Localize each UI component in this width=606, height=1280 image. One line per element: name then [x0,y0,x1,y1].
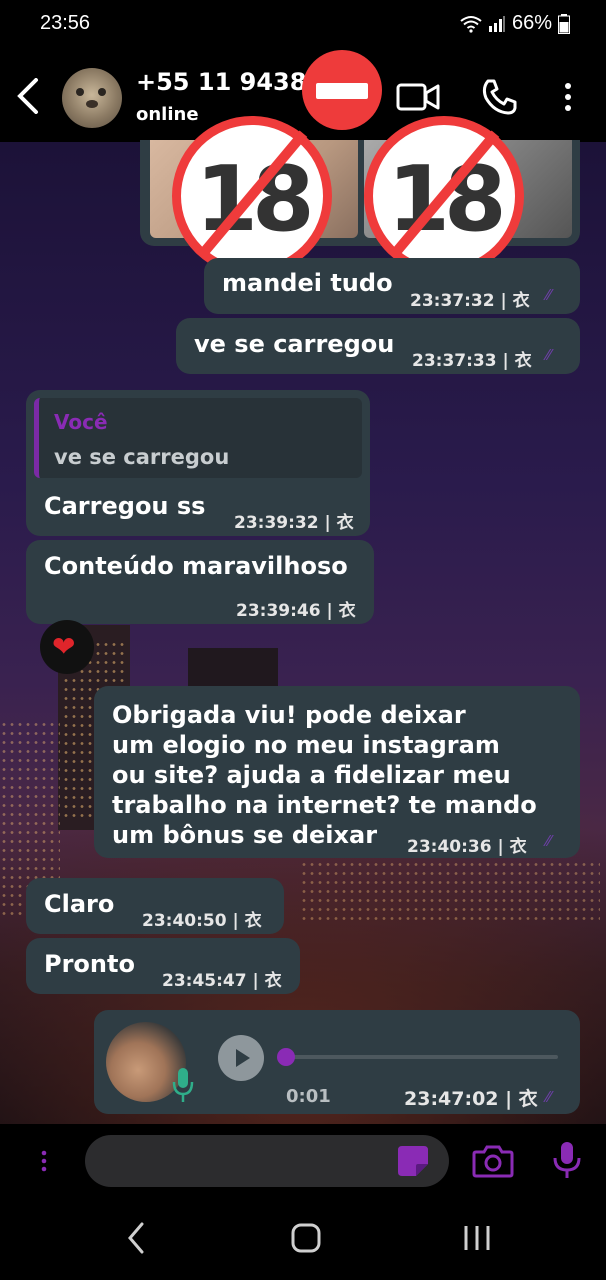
contact-status: online [136,104,199,125]
signal-icon [488,15,505,32]
camera-icon[interactable] [472,1144,514,1178]
heart-icon: ❤ [52,630,76,663]
adult-content-sticker: 18 [172,116,332,276]
voice-duration: 0:01 [286,1086,331,1107]
message-time: 23:40:36 | 衣 [407,837,527,857]
read-status-icon: ⁄⁄ [546,1088,552,1106]
message-text: Conteúdo maravilhoso [44,552,348,580]
microphone-icon [172,1068,194,1102]
message-line: trabalho na internet? te mando [112,791,537,819]
play-icon [236,1049,250,1067]
voice-progress-track[interactable] [286,1055,558,1059]
message-line: um bônus se deixar [112,821,378,849]
message-text: ve se carregou [194,330,395,358]
status-indicators: 66% [460,12,570,35]
read-status-icon: ⁄⁄ [546,346,552,364]
wallpaper-building [188,648,278,688]
message-text: Claro [44,890,115,918]
message-text: Pronto [44,950,135,978]
message-time: 23:39:32 | 衣 [234,513,354,533]
video-call-icon[interactable] [396,82,440,112]
quote-text: ve se carregou [54,445,230,469]
more-options-icon[interactable] [563,82,573,112]
nav-back-icon[interactable] [126,1222,146,1254]
quote-author: Você [54,410,108,434]
contact-name[interactable]: +55 11 94383 [136,68,323,96]
play-button[interactable] [218,1035,264,1081]
status-time: 23:56 [40,12,91,34]
message-text: Carregou ss [44,492,206,520]
message-time: 23:47:02 | 衣 [404,1088,538,1110]
wallpaper-city-lights [300,860,600,920]
battery-icon [558,13,570,34]
message-time: 23:37:32 | 衣 [410,291,530,311]
back-arrow-icon[interactable] [14,78,44,114]
nav-home-icon[interactable] [290,1222,322,1254]
sticker-icon[interactable] [394,1142,432,1180]
stop-sign-bar [316,83,368,99]
wifi-icon [460,15,482,33]
message-time: 23:40:50 | 衣 [142,911,262,931]
attachment-menu-icon[interactable] [40,1150,48,1172]
message-line: Obrigada viu! pode deixar [112,701,466,729]
message-time: 23:39:46 | 衣 [236,601,356,621]
nav-recents-icon[interactable] [462,1224,492,1252]
read-status-icon: ⁄⁄ [546,832,552,850]
read-status-icon: ⁄⁄ [546,286,552,304]
message-line: ou site? ajuda a fidelizar meu [112,761,511,789]
adult-content-sticker: 18 [364,116,524,276]
message-time: 23:45:47 | 衣 [162,971,282,991]
phone-call-icon[interactable] [480,78,518,116]
message-line: um elogio no meu instagram [112,731,500,759]
voice-record-icon[interactable] [552,1140,582,1180]
message-time: 23:37:33 | 衣 [412,351,532,371]
message-text: mandei tudo [222,269,393,297]
battery-percent: 66% [511,12,552,34]
voice-progress-handle[interactable] [277,1048,295,1066]
contact-avatar[interactable] [62,68,122,128]
